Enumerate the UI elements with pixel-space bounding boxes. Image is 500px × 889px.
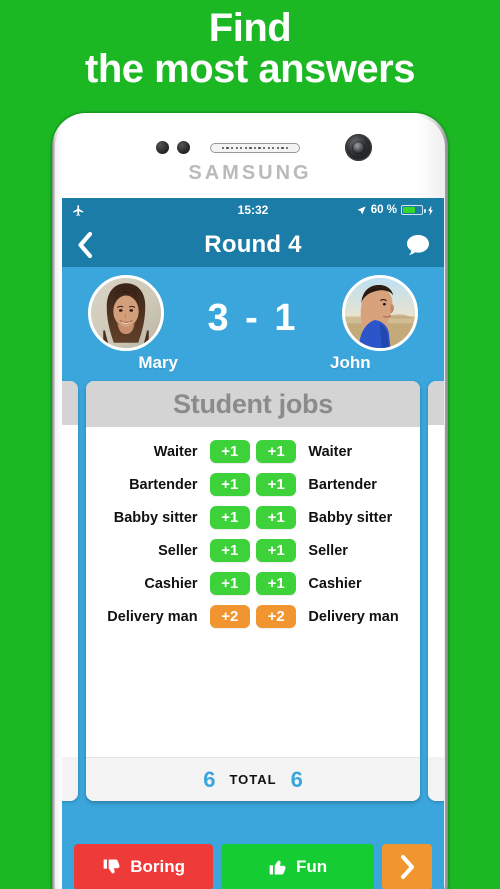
fun-button[interactable]: Fun [221, 844, 374, 889]
thumbs-up-icon [269, 860, 286, 875]
card-total-footer: 6 TOTAL 6 [86, 757, 420, 801]
total-left-value: 6 [203, 766, 216, 792]
answer-right-label: Cashier [308, 575, 362, 592]
answer-left-points: +1 [209, 572, 250, 595]
answer-right-points: +1 [256, 506, 297, 529]
next-button[interactable] [382, 844, 432, 889]
player-left[interactable]: Mary [80, 275, 178, 373]
promo-headline-line1: Find [208, 6, 292, 50]
battery-percent-label: 60 % [370, 204, 397, 216]
score-value: 3 - 1 [207, 297, 299, 339]
answer-right-points: +1 [256, 440, 297, 463]
answer-left-points: +1 [209, 473, 250, 496]
card-answer-list: Waiter +1 +1 Waiter Bartender +1 +1 Bart… [86, 427, 420, 757]
answer-right-points: +1 [256, 473, 297, 496]
card-peek-next-footer [428, 757, 444, 801]
status-bar-right: 60 % [356, 204, 434, 216]
card-title: Student jobs [86, 381, 420, 427]
avatar-mary [88, 275, 164, 351]
back-button[interactable] [76, 231, 93, 259]
total-right-value: 6 [290, 766, 303, 792]
answer-left-label: Bartender [129, 476, 198, 493]
promo-headline: Find the most answers [0, 0, 500, 118]
page-title: Round 4 [204, 230, 302, 258]
earpiece-speaker-icon [210, 143, 300, 153]
answer-left-label: Cashier [144, 575, 198, 592]
answer-right-label: Babby sitter [308, 509, 393, 526]
answer-right-points: +2 [256, 605, 297, 628]
table-row[interactable]: Cashier +1 +1 Cashier [98, 567, 408, 600]
player-right-name: John [329, 353, 371, 372]
player-right[interactable]: John [330, 275, 426, 373]
answer-left-points: +1 [209, 539, 250, 562]
light-sensor-icon [177, 141, 190, 154]
phone-bezel: SAMSUNG 15:32 60 % Round 4 Mary 3 - 1 Jo… [55, 116, 445, 889]
boring-button-label: Boring [130, 857, 185, 876]
answer-left-points: +1 [209, 440, 250, 463]
card-peek-previous-footer [62, 757, 78, 801]
answer-right-points: +1 [256, 539, 297, 562]
thumbs-down-icon [103, 859, 120, 874]
phone-screen: 15:32 60 % Round 4 Mary 3 - 1 John Stude… [62, 198, 444, 889]
chat-button[interactable] [406, 234, 430, 256]
table-row[interactable]: Seller +1 +1 Seller [98, 534, 408, 567]
answer-right-points: +1 [256, 572, 297, 595]
answer-left-label: Waiter [153, 443, 198, 460]
answer-left-points: +1 [209, 506, 250, 529]
answer-left-points: +2 [209, 605, 250, 628]
table-row[interactable]: Bartender +1 +1 Bartender [98, 468, 408, 501]
answer-right-label: Bartender [308, 476, 377, 493]
table-row[interactable]: Delivery man +2 +2 Delivery man [98, 600, 408, 633]
chat-bubble-icon [407, 234, 429, 255]
answer-right-label: Waiter [308, 443, 353, 460]
proximity-sensor-icon [156, 141, 169, 154]
table-row[interactable]: Waiter +1 +1 Waiter [98, 435, 408, 468]
score-bar: Mary 3 - 1 John [62, 267, 444, 377]
answer-right-label: Seller [308, 542, 348, 559]
promo-headline-line2: the most answers [85, 46, 415, 91]
phone-mockup: SAMSUNG 15:32 60 % Round 4 Mary 3 - 1 Jo… [52, 113, 448, 889]
table-row[interactable]: Babby sitter +1 +1 Babby sitter [98, 501, 408, 534]
answer-left-label: Delivery man [107, 608, 198, 625]
location-arrow-icon [357, 205, 366, 215]
total-label: TOTAL [229, 772, 277, 787]
answer-left-label: Seller [158, 542, 198, 559]
card-peek-previous-header [62, 381, 78, 425]
answer-left-label: Babby sitter [113, 509, 198, 526]
question-card[interactable]: Student jobs Waiter +1 +1 Waiter Bartend… [86, 381, 420, 801]
card-peek-next-header [428, 381, 444, 425]
front-camera-icon [345, 134, 372, 161]
chevron-left-icon [78, 231, 93, 258]
cards-carousel[interactable]: Student jobs Waiter +1 +1 Waiter Bartend… [62, 377, 444, 825]
answer-right-label: Delivery man [308, 608, 399, 625]
action-bar: Boring Fun [62, 836, 444, 889]
player-left-name: Mary [138, 353, 178, 372]
avatar-john [341, 275, 418, 351]
lightning-bolt-icon [428, 204, 433, 216]
app-nav-bar: Round 4 [62, 222, 444, 267]
device-brand-label: SAMSUNG [188, 162, 312, 184]
chevron-right-icon [401, 855, 414, 879]
card-peek-next[interactable] [428, 381, 444, 801]
boring-button[interactable]: Boring [74, 844, 214, 889]
status-bar: 15:32 60 % [62, 198, 444, 222]
battery-icon [401, 205, 426, 215]
card-peek-previous[interactable] [62, 381, 78, 801]
fun-button-label: Fun [296, 857, 328, 876]
